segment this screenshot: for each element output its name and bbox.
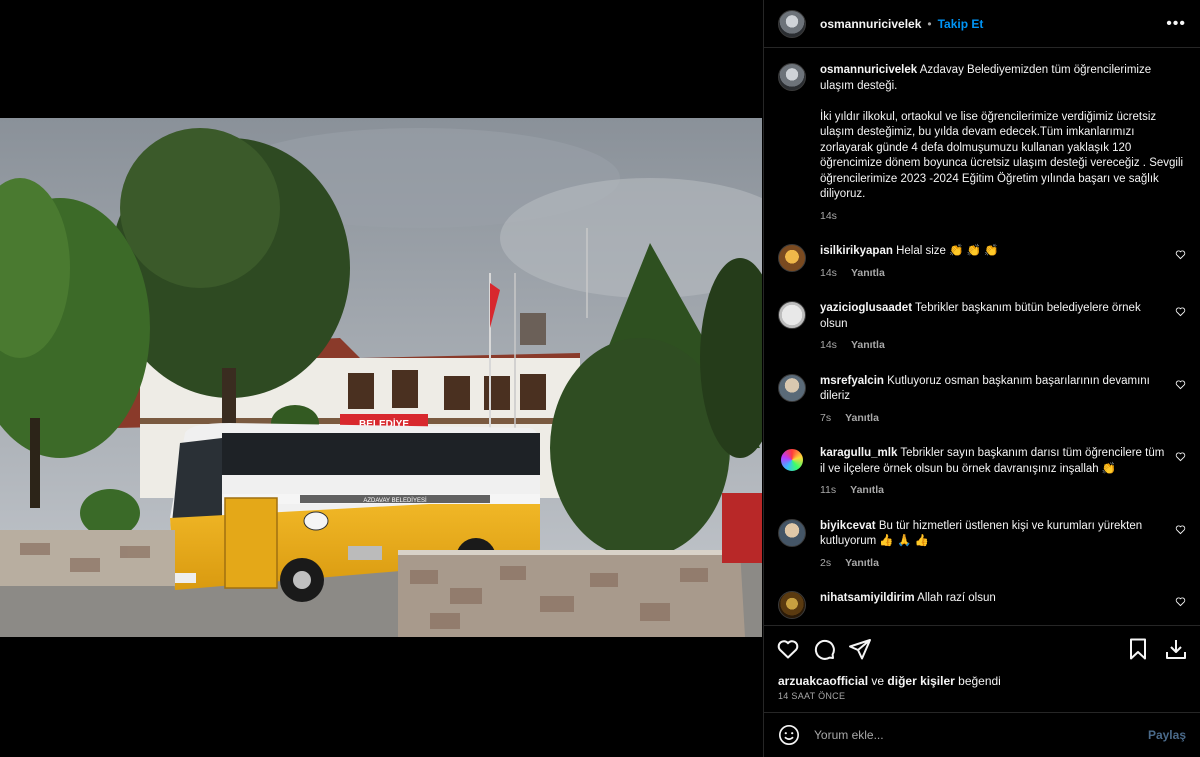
comments-scroll[interactable]: osmannuricivelek Azdavay Belediyemizden …	[764, 49, 1200, 624]
emoji-icon[interactable]	[778, 724, 800, 746]
comment-text: Allah razí olsun	[917, 592, 996, 604]
likes-connector: ve	[871, 674, 885, 688]
caption-text-body: İki yıldır ilkokul, ortaokul ve lise öğr…	[820, 110, 1184, 201]
reply-button[interactable]: Yanıtla	[850, 484, 884, 496]
caption-username[interactable]: osmannuricivelek	[820, 64, 917, 76]
author-avatar[interactable]	[778, 9, 806, 38]
liker-username[interactable]: arzuakcaofficial	[778, 674, 868, 688]
likes-summary: arzuakcaofficial ve diğer kişiler beğend…	[778, 674, 1001, 688]
media-area: BELEDİYE AZDAVAY BELEDİYESİ	[0, 0, 762, 757]
share-icon[interactable]	[848, 637, 872, 661]
post-photo[interactable]: BELEDİYE AZDAVAY BELEDİYESİ	[0, 118, 762, 637]
like-comment-heart-icon[interactable]	[1175, 451, 1186, 462]
post-header: osmannuricivelek • Takip Et •••	[764, 0, 1200, 48]
comment-item: msrefyalcin Kutluyoruz osman başkanım ba…	[778, 373, 1186, 427]
post-caption: osmannuricivelek Azdavay Belediyemizden …	[778, 63, 1186, 224]
bus-photo: BELEDİYE AZDAVAY BELEDİYESİ	[0, 118, 762, 637]
likes-suffix: beğendi	[958, 674, 1001, 688]
follow-button[interactable]: Takip Et	[938, 17, 984, 31]
caption-avatar[interactable]	[778, 63, 806, 91]
comment-time[interactable]: 14s	[820, 267, 837, 279]
post-timestamp[interactable]: 14 SAAT ÖNCE	[778, 691, 845, 701]
comment-username[interactable]: msrefyalcin	[820, 375, 884, 387]
comment-time[interactable]: 2s	[820, 557, 831, 569]
commenter-avatar[interactable]	[778, 244, 806, 272]
comment-item: yazicioglusaadet Tebrikler başkanım bütü…	[778, 301, 1186, 354]
comment-username[interactable]: yazicioglusaadet	[820, 302, 912, 314]
comment-username[interactable]: karagullu_mlk	[820, 447, 897, 459]
comment-username[interactable]: nihatsamiyildirim	[820, 592, 915, 604]
comment-item: karagullu_mlk Tebrikler sayın başkanım d…	[778, 446, 1186, 499]
comment-item: biyikcevat Bu tür hizmetleri üstlenen ki…	[778, 518, 1186, 572]
commenter-avatar[interactable]	[778, 301, 806, 329]
author-username[interactable]: osmannuricivelek	[820, 17, 921, 31]
like-comment-heart-icon[interactable]	[1175, 306, 1186, 317]
like-comment-heart-icon[interactable]	[1175, 524, 1186, 535]
comment-item: isilkirikyapan Helal size 👏 👏 👏 14s Yanıt…	[778, 244, 1186, 281]
like-comment-heart-icon[interactable]	[1175, 596, 1186, 607]
like-comment-heart-icon[interactable]	[1175, 249, 1186, 260]
add-comment-bar: Paylaş	[764, 712, 1200, 757]
more-icon[interactable]: •••	[1166, 15, 1186, 33]
post-comment-button[interactable]: Paylaş	[1148, 728, 1186, 742]
commenter-avatar[interactable]	[778, 373, 806, 402]
reply-button[interactable]: Yanıtla	[851, 267, 885, 279]
commenter-avatar[interactable]	[778, 518, 806, 547]
comment-time[interactable]: 11s	[820, 484, 836, 496]
commenter-avatar[interactable]	[778, 591, 806, 619]
caption-time[interactable]: 14s	[820, 210, 837, 222]
action-bar	[764, 625, 1200, 671]
comment-time[interactable]: 14s	[820, 339, 837, 351]
bus-side-text: AZDAVAY BELEDİYESİ	[363, 497, 427, 504]
heart-icon[interactable]	[776, 637, 800, 661]
commenter-avatar[interactable]	[778, 446, 806, 474]
separator-dot: •	[927, 16, 932, 31]
comment-input[interactable]	[814, 728, 1148, 742]
comment-time[interactable]: 7s	[820, 412, 831, 424]
comment-icon[interactable]	[812, 637, 836, 661]
bookmark-icon[interactable]	[1126, 637, 1150, 661]
reply-button[interactable]: Yanıtla	[851, 339, 885, 351]
comment-username[interactable]: biyikcevat	[820, 520, 876, 532]
likes-others-link[interactable]: diğer kişiler	[887, 674, 954, 688]
comment-text: Helal size 👏 👏 👏	[896, 245, 999, 257]
post-side-panel: osmannuricivelek • Takip Et ••• osmannur…	[763, 0, 1200, 757]
comment-item: nihatsamiyildirim Allah razí olsun	[778, 591, 1186, 619]
download-icon[interactable]	[1164, 637, 1188, 661]
comment-username[interactable]: isilkirikyapan	[820, 245, 893, 257]
reply-button[interactable]: Yanıtla	[845, 557, 879, 569]
like-comment-heart-icon[interactable]	[1175, 379, 1186, 390]
reply-button[interactable]: Yanıtla	[845, 412, 879, 424]
